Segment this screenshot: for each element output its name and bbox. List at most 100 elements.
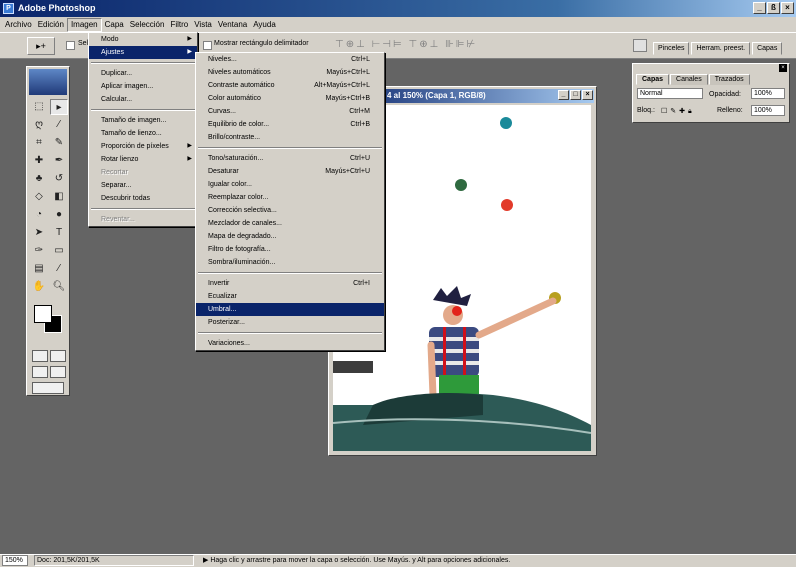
imagen-menu-item-aplicar-imagen[interactable]: Aplicar imagen... bbox=[89, 80, 197, 93]
ajustes-menu-item-umbral[interactable]: Umbral... bbox=[196, 303, 384, 316]
doc-size-info[interactable]: Doc: 201,5K/201,5K bbox=[34, 555, 194, 566]
lasso-tool-icon[interactable]: ღ bbox=[30, 117, 48, 133]
ajustes-menu-item-color-automatico[interactable]: Color automático Mayús+Ctrl+B bbox=[196, 92, 384, 105]
path-selection-icon[interactable]: ➤ bbox=[30, 225, 48, 241]
well-tab-brushes[interactable]: Pinceles bbox=[653, 42, 690, 55]
dodge-tool-icon[interactable]: ● bbox=[50, 207, 68, 223]
ajustes-menu-item-variaciones[interactable]: Variaciones... bbox=[196, 337, 384, 350]
foreground-color-swatch[interactable] bbox=[34, 305, 52, 323]
zoom-tool-icon[interactable]: 🔍︎ bbox=[50, 279, 68, 295]
show-bounding-box-checkbox[interactable] bbox=[203, 41, 212, 50]
menu-capa[interactable]: Capa bbox=[102, 18, 127, 32]
menu-separator bbox=[198, 272, 382, 274]
imagen-menu-item-proporcion-de-pixeles[interactable]: Proporción de píxeles ▶ bbox=[89, 140, 197, 153]
imagen-menu-item-modo[interactable]: Modo ▶ bbox=[89, 33, 197, 46]
ajustes-menu-item-igualar-color[interactable]: Igualar color... bbox=[196, 178, 384, 191]
clone-stamp-icon[interactable]: ♣ bbox=[30, 171, 48, 187]
slice-tool-icon[interactable]: ✎ bbox=[50, 135, 68, 151]
pen-tool-icon[interactable]: ✑ bbox=[30, 243, 48, 259]
fill-field[interactable]: 100% bbox=[751, 105, 785, 116]
blend-mode-select[interactable]: Normal bbox=[637, 88, 703, 99]
imagen-menu-item-tamano-de-imagen[interactable]: Tamaño de imagen... bbox=[89, 114, 197, 127]
imagen-menu-item-calcular[interactable]: Calcular... bbox=[89, 93, 197, 106]
opacity-field[interactable]: 100% bbox=[751, 88, 785, 99]
type-tool-icon[interactable]: T bbox=[50, 225, 68, 241]
brush-tool-icon[interactable]: ✒ bbox=[50, 153, 68, 169]
ajustes-menu-item-brillo-contraste[interactable]: Brillo/contraste... bbox=[196, 131, 384, 144]
ajustes-menu-item-contraste-automatico[interactable]: Contraste automático Alt+Mayús+Ctrl+L bbox=[196, 79, 384, 92]
ajustes-menu-item-desaturar[interactable]: Desaturar Mayús+Ctrl+U bbox=[196, 165, 384, 178]
doc-minimize-button[interactable]: _ bbox=[558, 90, 569, 100]
crop-tool-icon[interactable]: ⌗ bbox=[30, 135, 48, 151]
lock-icons[interactable]: ☐✎✚🔒︎ bbox=[661, 107, 695, 116]
eyedropper-tool-icon[interactable]: ⁄ bbox=[50, 261, 68, 277]
menu-seleccion[interactable]: Selección bbox=[127, 18, 168, 32]
palette-close-icon[interactable]: × bbox=[779, 64, 787, 72]
well-tab-tool-presets[interactable]: Herram. preest. bbox=[691, 42, 751, 55]
screen-mode-full-icon[interactable] bbox=[50, 366, 66, 378]
shape-tool-icon[interactable]: ▭ bbox=[50, 243, 68, 259]
menu-item-label: Rotar lienzo bbox=[101, 156, 139, 163]
menu-ayuda[interactable]: Ayuda bbox=[250, 18, 279, 32]
imagen-menu-item-rotar-lienzo[interactable]: Rotar lienzo ▶ bbox=[89, 153, 197, 166]
marquee-tool-icon[interactable]: ⬚ bbox=[30, 99, 48, 115]
screen-mode-standard-icon[interactable] bbox=[32, 366, 48, 378]
ajustes-menu-item-invertir[interactable]: Invertir Ctrl+I bbox=[196, 277, 384, 290]
auto-select-checkbox[interactable] bbox=[66, 41, 75, 50]
notes-tool-icon[interactable]: ▤ bbox=[30, 261, 48, 277]
move-tool-icon[interactable]: ▸ bbox=[50, 99, 68, 115]
move-tool-preset[interactable]: ▸+ bbox=[27, 37, 55, 55]
menu-edicion[interactable]: Edición bbox=[35, 18, 67, 32]
juggling-ball-red bbox=[501, 199, 513, 211]
menu-imagen[interactable]: Imagen bbox=[66, 17, 102, 32]
jump-to-imageready-icon[interactable] bbox=[32, 382, 64, 394]
ajustes-menu-item-tono-saturacion[interactable]: Tono/saturación... Ctrl+U bbox=[196, 152, 384, 165]
imagen-menu-item-descubrir-todas[interactable]: Descubrir todas bbox=[89, 192, 197, 205]
ajustes-menu-item-mapa-de-degradado[interactable]: Mapa de degradado... bbox=[196, 230, 384, 243]
file-browser-icon[interactable] bbox=[633, 39, 647, 52]
ajustes-menu-item-curvas[interactable]: Curvas... Ctrl+M bbox=[196, 105, 384, 118]
well-tab-layer-comps[interactable]: Capas bbox=[752, 42, 783, 55]
standard-mode-icon[interactable] bbox=[32, 350, 48, 362]
minimize-button[interactable]: _ bbox=[753, 2, 766, 14]
ajustes-menu-item-filtro-de-fotografia[interactable]: Filtro de fotografía... bbox=[196, 243, 384, 256]
quick-mask-icon[interactable] bbox=[50, 350, 66, 362]
blur-tool-icon[interactable]: ◔ bbox=[30, 207, 48, 223]
ajustes-menu-item-reemplazar-color[interactable]: Reemplazar color... bbox=[196, 191, 384, 204]
ajustes-menu-item-mezclador-de-canales[interactable]: Mezclador de canales... bbox=[196, 217, 384, 230]
healing-brush-icon[interactable]: ✚ bbox=[30, 153, 48, 169]
imagen-menu-item-duplicar[interactable]: Duplicar... bbox=[89, 67, 197, 80]
imagen-menu-item-ajustes[interactable]: Ajustes ▶ bbox=[89, 46, 197, 59]
ajustes-menu-item-correccion-selectiva[interactable]: Corrección selectiva... bbox=[196, 204, 384, 217]
gradient-tool-icon[interactable]: ◧ bbox=[50, 189, 68, 205]
tab-canales[interactable]: Canales bbox=[670, 74, 708, 85]
opacity-label: Opacidad: bbox=[709, 91, 741, 98]
zoom-field[interactable]: 150% bbox=[2, 555, 28, 566]
menu-filtro[interactable]: Filtro bbox=[167, 18, 191, 32]
menu-archivo[interactable]: Archivo bbox=[2, 18, 35, 32]
history-brush-icon[interactable]: ↺ bbox=[50, 171, 68, 187]
ajustes-menu-item-sombra-iluminacion[interactable]: Sombra/iluminación... bbox=[196, 256, 384, 269]
hand-tool-icon[interactable]: ✋ bbox=[30, 279, 48, 295]
menu-item-label: Posterizar... bbox=[208, 319, 245, 326]
align-distribute-icons[interactable]: ⊤⊕⊥ ⊢⊣⊨ ⊤⊕⊥ ⊪⊫⊬ bbox=[335, 39, 477, 50]
ajustes-menu-item-equilibrio-de-color[interactable]: Equilibrio de color... Ctrl+B bbox=[196, 118, 384, 131]
imagen-menu-item-tamano-de-lienzo[interactable]: Tamaño de lienzo... bbox=[89, 127, 197, 140]
doc-maximize-button[interactable]: □ bbox=[570, 90, 581, 100]
ajustes-menu-item-niveles-automaticos[interactable]: Niveles automáticos Mayús+Ctrl+L bbox=[196, 66, 384, 79]
menu-vista[interactable]: Vista bbox=[191, 18, 215, 32]
doc-close-button[interactable]: × bbox=[582, 90, 593, 100]
tab-capas[interactable]: Capas bbox=[636, 74, 670, 85]
restore-button[interactable]: ß bbox=[767, 2, 780, 14]
ajustes-menu-item-ecualizar[interactable]: Ecualizar bbox=[196, 290, 384, 303]
menu-ventana[interactable]: Ventana bbox=[215, 18, 250, 32]
close-button[interactable]: × bbox=[781, 2, 794, 14]
magic-wand-icon[interactable]: ⁄ bbox=[50, 117, 68, 133]
eraser-tool-icon[interactable]: ◇ bbox=[30, 189, 48, 205]
submenu-arrow-icon: ▶ bbox=[187, 36, 192, 42]
ajustes-menu-item-niveles[interactable]: Niveles... Ctrl+L bbox=[196, 53, 384, 66]
ajustes-menu-item-posterizar[interactable]: Posterizar... bbox=[196, 316, 384, 329]
tab-trazados[interactable]: Trazados bbox=[708, 74, 750, 85]
juggling-ball-green bbox=[455, 179, 467, 191]
imagen-menu-item-separar[interactable]: Separar... bbox=[89, 179, 197, 192]
